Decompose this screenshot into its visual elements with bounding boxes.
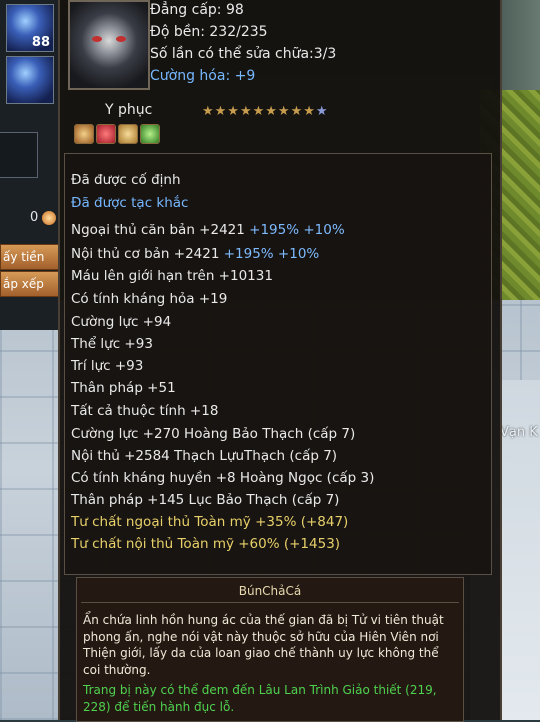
- item-durability: Độ bền: 232/235: [150, 24, 268, 40]
- attribute-list: Đã được cố định Đã được tạc khắc Ngoại t…: [64, 153, 492, 575]
- attribute-line: Cường lực +94: [71, 314, 172, 330]
- item-repair-count: Số lần có thể sửa chữa:3/3: [150, 46, 337, 62]
- star-filled-icons: ★★★★★★★★★: [202, 104, 316, 119]
- item-description: BúnChảCá Ẩn chứa linh hồn hung ác của th…: [76, 577, 464, 722]
- skill-icon[interactable]: [6, 56, 54, 104]
- skill-icon[interactable]: 88: [6, 4, 54, 52]
- withdraw-money-button[interactable]: ấy tiền: [0, 244, 60, 270]
- engraved-status: Đã được tạc khắc: [71, 195, 189, 211]
- lore-text: Ẩn chứa linh hồn hung ác của thế gian đã…: [83, 613, 444, 677]
- gem-attribute-line: Cường lực +270 Hoàng Bảo Thạch (cấp 7): [71, 426, 356, 442]
- attribute-line: Thân pháp +51: [71, 380, 176, 396]
- skill-count: 88: [31, 35, 50, 50]
- gem-attribute-line: Nội thủ +2584 Thạch LựuThạch (cấp 7): [71, 448, 338, 464]
- item-tooltip: Đẳng cấp: 98 Độ bền: 232/235 Số lần có t…: [58, 0, 502, 722]
- mask-eye-icon: [92, 36, 102, 42]
- left-hud: 88 0 ấy tiền ắp xếp: [0, 0, 60, 330]
- divider: [81, 602, 459, 603]
- attribute-line: Trí lực +93: [71, 358, 144, 374]
- attribute-line: Tất cả thuộc tính +18: [71, 403, 219, 419]
- gem-slot-icon[interactable]: [140, 124, 160, 144]
- attribute-line: Máu lên giới hạn trên +10131: [71, 268, 273, 284]
- aptitude-line: Tư chất nội thủ Toàn mỹ +60% (+1453): [71, 536, 341, 552]
- gem-slot-icon[interactable]: [96, 124, 116, 144]
- attribute-line: Ngoại thủ căn bản +2421 +195% +10%: [71, 222, 345, 238]
- gem-attribute-line: Thân pháp +145 Lục Bảo Thạch (cấp 7): [71, 492, 340, 508]
- attribute-line: Có tính kháng hỏa +19: [71, 291, 228, 307]
- attribute-line: Nội thủ cơ bản +2421 +195% +10%: [71, 246, 320, 262]
- item-enhance: Cường hóa: +9: [150, 68, 256, 84]
- mask-eye-icon: [116, 36, 126, 42]
- coin-value: 0: [30, 210, 39, 225]
- attribute-line: Thể lực +93: [71, 336, 153, 352]
- item-portrait: [68, 0, 150, 90]
- gem-slot-icon[interactable]: [118, 124, 138, 144]
- coin-counter: 0: [0, 206, 60, 230]
- socket-hint-text: Trang bị này có thể đem đến Lâu Lan Trìn…: [83, 683, 437, 714]
- item-quality-row: Y phục ★★★★★★★★★★: [60, 98, 500, 150]
- owner-name: BúnChảCá: [238, 584, 302, 598]
- map-location-label: Vạn K: [500, 425, 538, 440]
- coin-icon: [42, 211, 56, 225]
- item-level: Đẳng cấp: 98: [150, 2, 244, 18]
- fixed-status: Đã được cố định: [71, 172, 181, 188]
- empty-slot[interactable]: [0, 132, 38, 178]
- sort-button[interactable]: ắp xếp: [0, 271, 60, 297]
- star-rating: ★★★★★★★★★★: [202, 104, 329, 119]
- item-type-label: Y phục: [105, 102, 153, 118]
- aptitude-line: Tư chất ngoại thủ Toàn mỹ +35% (+847): [71, 514, 349, 530]
- star-empty-icon: ★: [315, 104, 329, 119]
- gem-slot-icon[interactable]: [74, 124, 94, 144]
- item-header: Đẳng cấp: 98 Độ bền: 232/235 Số lần có t…: [60, 0, 500, 98]
- gem-attribute-line: Có tính kháng huyền +8 Hoàng Ngọc (cấp 3…: [71, 470, 375, 486]
